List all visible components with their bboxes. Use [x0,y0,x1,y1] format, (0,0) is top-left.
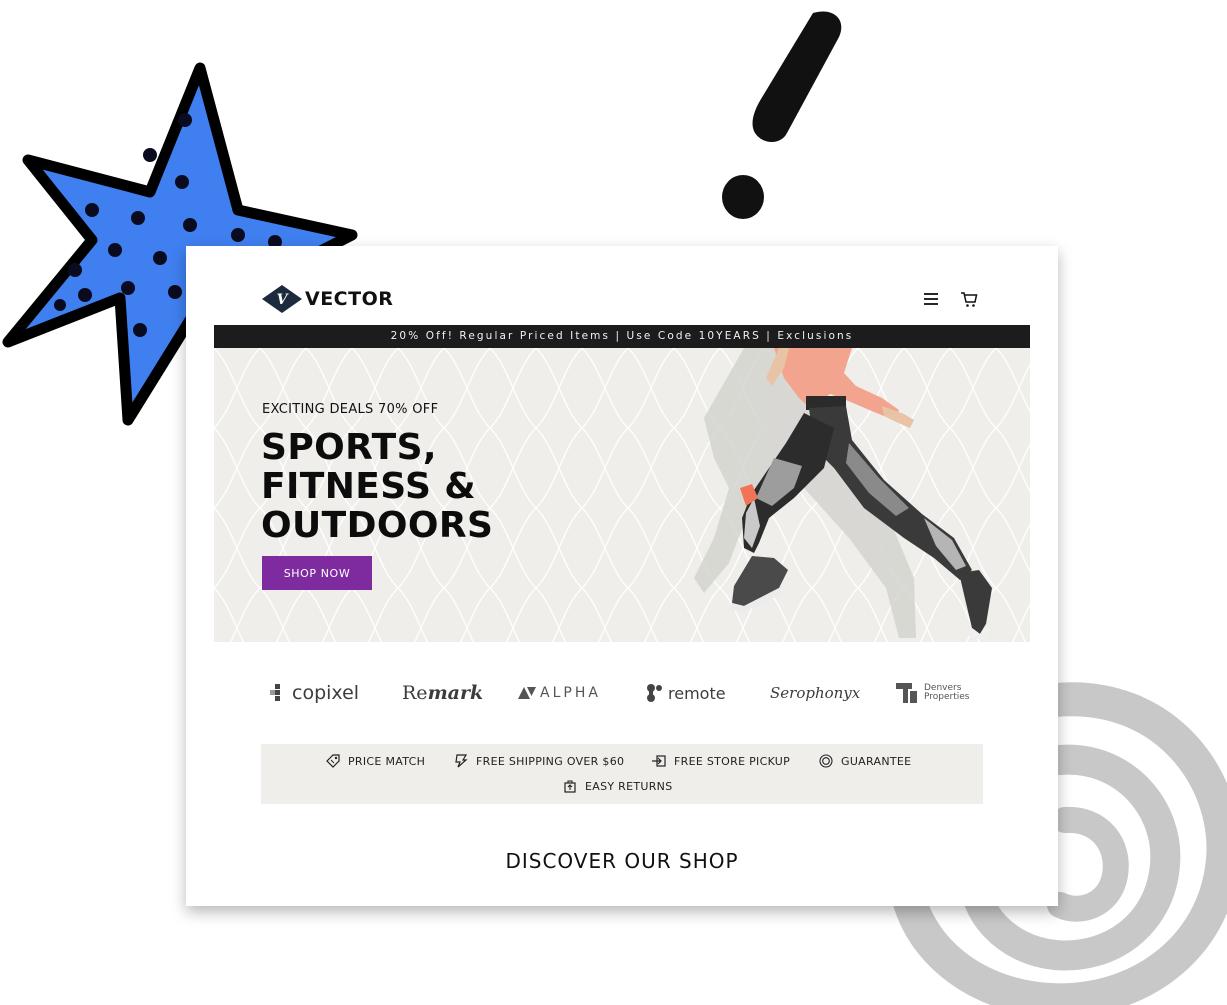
feature-label: GUARANTEE [841,754,912,768]
hero-title-line: FITNESS & [261,466,477,507]
denvers-line: Properties [924,692,970,702]
feature-guarantee[interactable]: GUARANTEE [819,754,911,768]
remote-logo-icon [647,684,662,702]
feature-label: PRICE MATCH [348,754,426,768]
store-webpage-card: V VECTOR 20% Off! Regular Priced Items |… [186,246,1058,906]
partner-logo-text: Remark [402,682,483,704]
partner-logos-row: copixel Remark ALPHA remote Serophonyx D… [186,671,1058,716]
shipping-icon [455,754,468,768]
partner-logo-text: Serophonyx [770,684,861,702]
partner-logo-text: copixel [292,682,360,704]
hamburger-menu-icon[interactable] [922,290,940,308]
hero-banner: EXCITING DEALS 70% OFF SPORTS, FITNESS &… [214,348,1030,642]
hero-title: SPORTS, FITNESS & OUTDOORS [261,428,493,545]
partner-logo-text: Denvers Properties [924,684,969,702]
partner-logo-remark[interactable]: Remark [402,679,483,707]
guarantee-icon [819,754,833,768]
feature-easy-returns[interactable]: EASY RETURNS [563,779,673,793]
discover-section-title: DISCOVER OUR SHOP [505,849,739,873]
brand-name: VECTOR [305,288,394,310]
price-tag-icon [326,754,340,768]
partner-logo-serophonyx[interactable]: Serophonyx [770,679,860,707]
copixel-logo-icon [270,684,280,701]
hero-kicker: EXCITING DEALS 70% OFF [262,402,439,417]
denvers-logo-icon [896,683,917,703]
feature-free-shipping[interactable]: FREE SHIPPING OVER $60 [454,754,624,768]
returns-icon [564,780,576,793]
feature-label: FREE STORE PICKUP [674,754,791,768]
runner-athlete-image [694,348,992,640]
partner-logo-text: remote [668,683,726,703]
hero-title-line: SPORTS, [261,427,437,468]
remark-logo-part: Re [402,682,428,704]
shop-now-button[interactable]: SHOP NOW [262,556,372,590]
feature-label: EASY RETURNS [585,779,673,793]
partner-logo-text: ALPHA [540,685,601,701]
hero-title-line: OUTDOORS [261,505,494,546]
vector-logo-icon: V [262,285,302,313]
feature-store-pickup[interactable]: FREE STORE PICKUP [652,754,790,768]
site-header: V VECTOR [186,246,1058,325]
shopping-cart-icon[interactable] [960,290,978,308]
vector-logo[interactable]: V VECTOR [261,284,393,314]
partner-logo-remote[interactable]: remote [646,679,726,707]
partner-logo-copixel[interactable]: copixel [270,679,359,707]
feature-label: FREE SHIPPING OVER $60 [476,754,625,768]
promo-banner[interactable]: 20% Off! Regular Priced Items | Use Code… [214,325,1030,348]
feature-price-match[interactable]: PRICE MATCH [326,754,425,768]
alpha-logo-icon [518,687,536,699]
remark-logo-part: mark [427,682,484,704]
store-pickup-icon [652,755,666,767]
partner-logo-denvers-properties[interactable]: Denvers Properties [896,679,969,707]
store-features-bar: PRICE MATCH FREE SHIPPING OVER $60 FREE … [261,744,983,804]
partner-logo-alpha[interactable]: ALPHA [518,679,601,707]
decorative-exclamation-icon [722,11,842,219]
